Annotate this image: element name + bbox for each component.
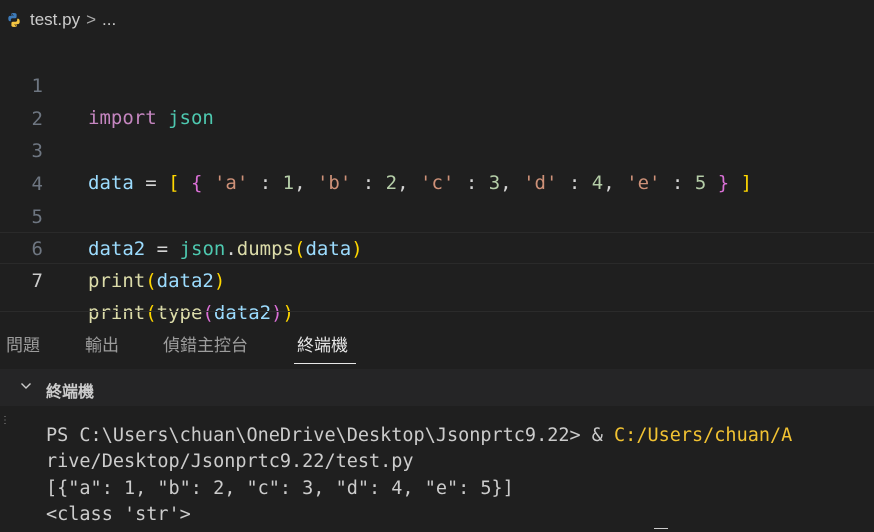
tab-debug-console[interactable]: 偵錯主控台	[163, 331, 248, 356]
terminal-section-header[interactable]: 終端機	[0, 369, 874, 406]
line-number-active: 7	[31, 270, 43, 292]
code-line[interactable]: 4	[0, 136, 874, 195]
code-line-current[interactable]: 7 print(type(data2))	[0, 232, 874, 324]
breadcrumb-file[interactable]: test.py	[30, 10, 80, 30]
terminal-line: [{"a": 1, "b": 2, "c": 3, "d": 4, "e": 5…	[46, 478, 514, 499]
breadcrumb-ellipsis[interactable]: ...	[102, 10, 116, 30]
terminal-prompt: PS C:\Users\chuan\OneDrive\Desktop\Jsonp…	[46, 425, 615, 446]
paren: (	[145, 270, 157, 292]
terminal-line: PS C:\Users\chuan\OneDrive\Desktop\Jsonp…	[46, 423, 792, 449]
terminal-cursor	[654, 528, 668, 529]
active-tab-indicator	[294, 363, 356, 364]
terminal-output[interactable]: PS C:\Users\chuan\OneDrive\Desktop\Jsonp…	[0, 406, 874, 532]
code-line[interactable]: 3 data = [ { 'a' : 1, 'b' : 2, 'c' : 3, …	[0, 103, 874, 194]
terminal-exe-path: C:/Users/chuan/A	[614, 425, 793, 446]
terminal-line: <class 'str'>	[46, 504, 191, 525]
code-line[interactable]: 2	[0, 71, 874, 130]
code-line[interactable]: 5 data2 = json.dumps(data)	[0, 169, 874, 260]
code-editor[interactable]: 1 import json 2 3 data = [ { 'a' : 1, 'b…	[0, 38, 874, 324]
tab-output[interactable]: 輸出	[85, 331, 119, 356]
tab-problems[interactable]: 問題	[6, 331, 40, 356]
terminal-line: rive/Desktop/Jsonprtc9.22/test.py	[46, 451, 414, 472]
arg-data2: data2	[156, 270, 214, 292]
tab-terminal[interactable]: 終端機	[297, 331, 348, 356]
panel-tabs: 問題 輸出 偵錯主控台 終端機	[0, 312, 874, 368]
paren: )	[213, 270, 226, 292]
code-line[interactable]: 6 print(data2)	[0, 201, 874, 292]
code-line[interactable]: 1 import json	[0, 38, 874, 129]
breadcrumb-separator: >	[86, 10, 97, 29]
terminal-header-title: 終端機	[46, 382, 95, 401]
chevron-down-icon[interactable]	[20, 380, 32, 392]
python-file-icon	[8, 13, 20, 27]
function-print: print	[88, 270, 146, 292]
breadcrumb: test.py > ...	[0, 0, 874, 40]
